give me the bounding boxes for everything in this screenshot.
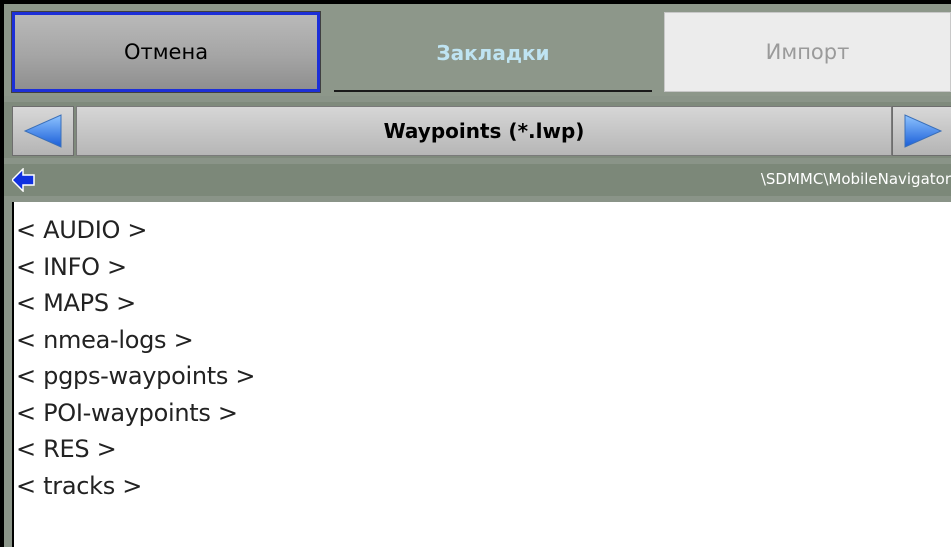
previous-type-button[interactable] — [12, 106, 74, 156]
current-path: \SDMMC\MobileNavigator — [760, 170, 951, 188]
file-type-selector: Waypoints (*.lwp) — [4, 102, 951, 158]
list-item[interactable]: < RES > — [16, 431, 951, 468]
path-bar: \SDMMC\MobileNavigator — [4, 164, 951, 196]
top-toolbar: Отмена Закладки Импорт — [4, 4, 951, 96]
triangle-right-icon — [904, 114, 943, 148]
cancel-button[interactable]: Отмена — [11, 11, 321, 93]
import-button[interactable]: Импорт — [664, 12, 951, 92]
parent-folder-button[interactable] — [10, 167, 36, 193]
file-dialog: Отмена Закладки Импорт Waypoints (*.lwp) — [4, 4, 951, 547]
triangle-left-icon — [23, 114, 62, 148]
next-type-button[interactable] — [892, 106, 951, 156]
list-item[interactable]: < POI-waypoints > — [16, 395, 951, 432]
file-type-label[interactable]: Waypoints (*.lwp) — [76, 106, 892, 156]
list-item[interactable]: < pgps-waypoints > — [16, 358, 951, 395]
file-list[interactable]: < AUDIO > < INFO > < MAPS > < nmea-logs > < … — [12, 202, 951, 547]
list-item[interactable]: < MAPS > — [16, 285, 951, 322]
arrow-left-icon — [10, 167, 35, 193]
list-item[interactable]: < AUDIO > — [16, 212, 951, 249]
list-item[interactable]: < tracks > — [16, 468, 951, 505]
list-item[interactable]: < nmea-logs > — [16, 322, 951, 359]
list-item[interactable]: < INFO > — [16, 249, 951, 286]
tab-bookmarks[interactable]: Закладки — [334, 14, 652, 92]
tab-underline — [334, 90, 652, 92]
